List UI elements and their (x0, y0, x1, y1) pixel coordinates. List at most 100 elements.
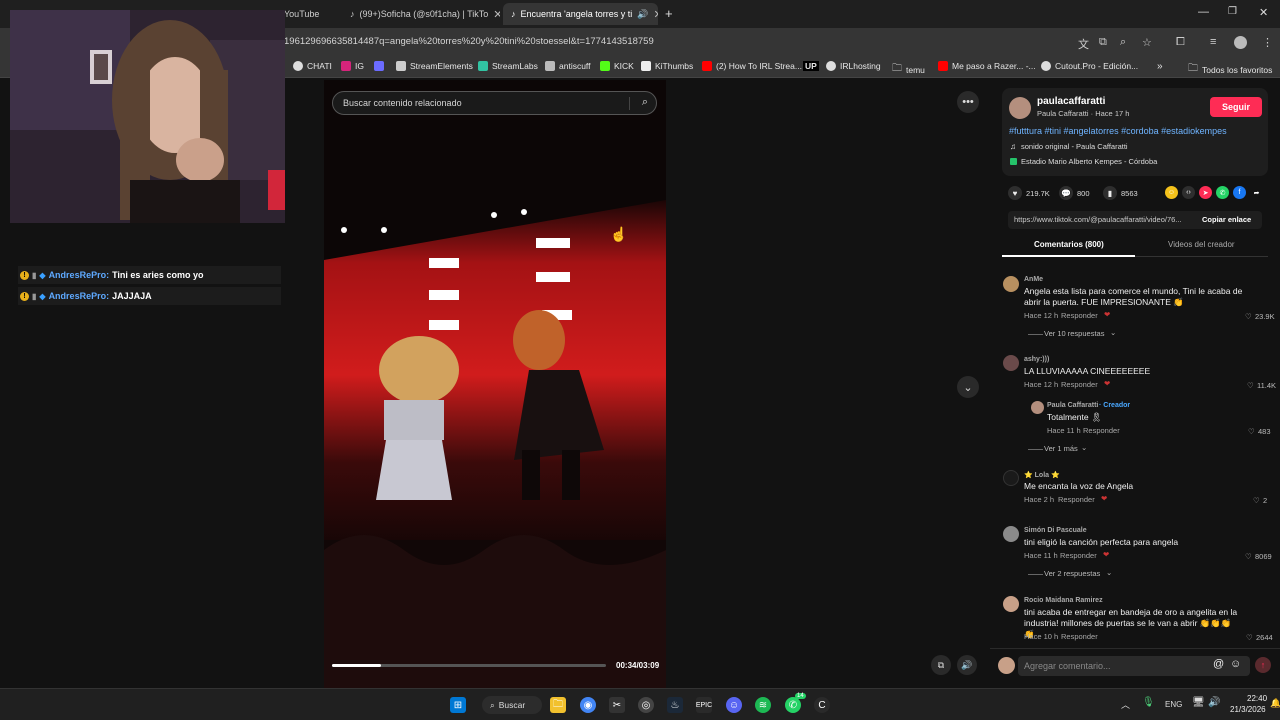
minimize-button[interactable]: — (1198, 6, 1209, 18)
translate-icon[interactable]: 文 (1078, 36, 1089, 52)
commenter-name[interactable]: Simón Di Pascuale (1024, 527, 1087, 534)
reply-button[interactable]: Responder (1060, 551, 1097, 560)
bookmark-item[interactable]: IG (341, 61, 364, 71)
reply-button[interactable]: Responder (1061, 311, 1098, 320)
video-player[interactable] (324, 80, 666, 688)
heart-icon[interactable]: ♡ (1246, 633, 1253, 642)
author-avatar[interactable] (1009, 97, 1031, 119)
start-windows-icon[interactable]: ⊞ (450, 697, 466, 713)
heart-icon[interactable]: ♡ (1245, 552, 1252, 561)
search-icon[interactable]: ⌕ (642, 96, 648, 109)
epic-games-icon[interactable]: EPIC (696, 697, 712, 713)
author-username[interactable]: paulacaffaratti (1037, 96, 1105, 107)
bookmark-star-icon[interactable]: ☆ (1142, 36, 1152, 49)
commenter-avatar[interactable] (1003, 276, 1019, 292)
capcut-icon[interactable]: ✂ (609, 697, 625, 713)
obs-icon[interactable]: ◎ (638, 697, 654, 713)
bookmark-item[interactable]: antiscuff (545, 61, 591, 71)
heart-icon[interactable]: ♡ (1245, 312, 1252, 321)
reply-button[interactable]: Responder (1083, 426, 1120, 435)
tray-expand-icon[interactable]: ︿ (1121, 698, 1130, 711)
reply-button[interactable]: Responder (1061, 380, 1098, 389)
follow-button[interactable]: Seguir (1210, 97, 1262, 117)
bookmark-item[interactable]: KiThumbs (641, 61, 693, 71)
profile-avatar[interactable] (1234, 36, 1247, 49)
facebook-icon[interactable]: f (1233, 186, 1246, 199)
clock-date[interactable]: 21/3/2026 (1230, 705, 1266, 714)
commenter-name[interactable]: Paula Caffaratti (1047, 402, 1098, 409)
file-explorer-icon[interactable]: 🗀 (550, 697, 566, 713)
spotify-icon[interactable]: ≋ (755, 697, 771, 713)
heart-icon[interactable]: ♡ (1253, 496, 1260, 505)
volume-button[interactable]: 🔊 (957, 655, 977, 675)
commenter-avatar[interactable] (1003, 355, 1019, 371)
chrome-icon[interactable]: ◉ (580, 697, 596, 713)
tab-youtube[interactable]: YouTube (276, 3, 336, 25)
zoom-icon[interactable]: ⌕ (1120, 36, 1126, 49)
new-tab-button[interactable]: + (665, 6, 673, 21)
bookmark-item[interactable]: UP (803, 61, 819, 71)
mention-icon[interactable]: @ (1213, 658, 1224, 670)
bookmark-item[interactable]: CHATI (293, 61, 332, 71)
commenter-avatar[interactable] (1003, 526, 1019, 542)
video-progress-bar[interactable] (332, 664, 606, 667)
discord-icon[interactable]: ☺ (726, 697, 742, 713)
more-options-button[interactable]: ••• (957, 91, 979, 113)
menu-kebab-icon[interactable]: ⋮ (1262, 36, 1273, 49)
commenter-avatar[interactable] (1003, 596, 1019, 612)
commenter-name[interactable]: Rocio Maidana Ramirez (1024, 597, 1103, 604)
tab-tiktok-soficha[interactable]: ♪ (99+)Soficha (@s0f1cha) | TikTo ✕ (342, 3, 500, 25)
tab-creator-videos[interactable]: Videos del creador (1168, 240, 1235, 249)
reply-button[interactable]: Responder (1061, 632, 1098, 641)
close-tab-icon[interactable]: ✕ (654, 8, 659, 21)
more-bookmarks-icon[interactable]: » (1157, 61, 1163, 72)
sound-label[interactable]: sonido original - Paula Caffaratti (1021, 142, 1128, 151)
embed-icon[interactable]: ‹› (1182, 186, 1195, 199)
commenter-name[interactable]: AnMe (1024, 276, 1043, 283)
view-more-button[interactable]: Ver 1 más (1044, 444, 1078, 453)
emoji-icon[interactable]: ☺ (1230, 658, 1241, 670)
extensions-icon[interactable]: ⧠ (1176, 36, 1185, 49)
location-label[interactable]: Estadio Mario Alberto Kempes - Córdoba (1021, 157, 1157, 166)
cutout-icon[interactable]: C (814, 697, 830, 713)
heart-icon[interactable]: ♡ (1247, 381, 1254, 390)
url-field[interactable]: 196129696635814487q=angela%20torres%20y%… (284, 36, 654, 47)
network-icon[interactable]: 🖥 (1192, 697, 1205, 708)
pip-button[interactable]: ⧉ (931, 655, 951, 675)
reply-button[interactable]: Responder (1058, 495, 1095, 504)
taskbar-search[interactable]: ⌕ Buscar (482, 696, 542, 714)
bookmark-item[interactable]: StreamLabs (478, 61, 538, 71)
microphone-icon[interactable]: 🎙 (1142, 697, 1155, 708)
whatsapp-icon[interactable]: ✆ (1216, 186, 1229, 199)
whatsapp-icon[interactable]: ✆ (785, 697, 801, 713)
bookmark-item[interactable]: Cutout.Pro - Edición... (1041, 61, 1138, 71)
media-icon[interactable]: ≡ (1210, 36, 1216, 48)
notifications-icon[interactable]: 🔔 (1270, 698, 1280, 709)
commenter-avatar[interactable] (1031, 401, 1044, 414)
bookmark-item[interactable] (374, 61, 384, 71)
close-window-button[interactable]: ✕ (1259, 6, 1268, 19)
like-stat[interactable]: ♥ 219.7K (1008, 186, 1050, 200)
close-tab-icon[interactable]: ✕ (493, 8, 500, 21)
commenter-avatar[interactable] (1003, 470, 1019, 486)
commenter-name[interactable]: ⭐ Lola ⭐ (1024, 471, 1060, 479)
send-icon[interactable]: ➤ (1199, 186, 1212, 199)
audio-icon[interactable]: 🔊 (637, 9, 648, 20)
save-stat[interactable]: ▮ 8563 (1103, 186, 1138, 200)
commenter-name[interactable]: ashy:))) (1024, 356, 1049, 363)
clock-time[interactable]: 22:40 (1247, 694, 1267, 703)
language-indicator[interactable]: ENG (1165, 700, 1182, 709)
view-replies-button[interactable]: Ver 10 respuestas (1044, 329, 1104, 338)
bookmark-item[interactable]: StreamElements (396, 61, 473, 71)
heart-icon[interactable]: ♡ (1248, 427, 1255, 436)
share-arrow-icon[interactable]: ➦ (1250, 186, 1263, 199)
related-search-input[interactable]: Buscar contenido relacionado ⌕ (332, 91, 657, 115)
comment-stat[interactable]: 💬 800 (1059, 186, 1090, 200)
view-replies-button[interactable]: Ver 2 respuestas (1044, 569, 1100, 578)
bookmark-item[interactable]: IRLhosting (826, 61, 881, 71)
post-hashtags[interactable]: #futttura #tini #angelatorres #cordoba #… (1009, 126, 1227, 136)
coin-share-icon[interactable]: ☺ (1165, 186, 1178, 199)
bookmark-item[interactable]: KICK (600, 61, 634, 71)
volume-icon[interactable]: 🔊 (1208, 697, 1220, 708)
share-link-text[interactable]: https://www.tiktok.com/@paulacaffaratti/… (1014, 215, 1182, 224)
